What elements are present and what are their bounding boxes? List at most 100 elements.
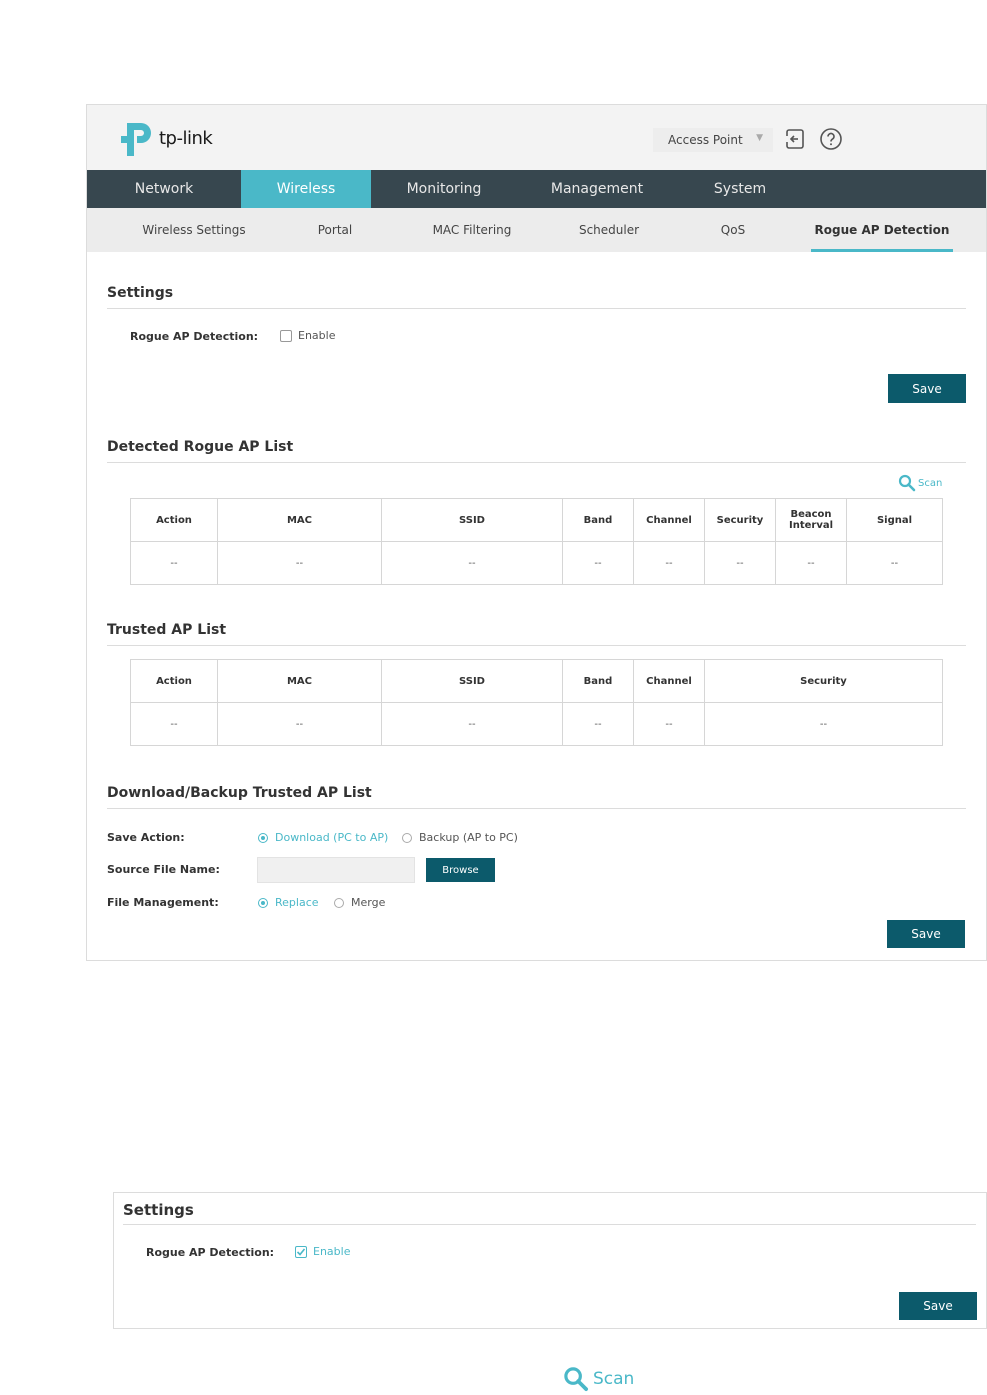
nav-system[interactable]: System <box>677 170 803 208</box>
table-cell: -- <box>217 702 382 746</box>
col-band: Band <box>562 659 634 703</box>
radio-icon <box>258 897 268 908</box>
enable-checkbox[interactable]: Enable <box>280 329 335 342</box>
rogue-ap-detection-label: Rogue AP Detection: <box>146 1246 275 1259</box>
radio-icon <box>402 832 412 843</box>
main-nav: Network Wireless Monitoring Management S… <box>87 170 986 208</box>
table-cell: -- <box>130 541 218 585</box>
tab-portal[interactable]: Portal <box>305 208 365 252</box>
scan-button[interactable]: Scan <box>563 1366 634 1392</box>
merge-option-label: Merge <box>351 896 386 909</box>
table-row: -- -- -- -- -- -- <box>130 702 943 746</box>
nav-network[interactable]: Network <box>87 170 241 208</box>
tp-link-logo-mark <box>121 123 151 156</box>
download-radio[interactable]: Download (PC to AP) <box>258 831 388 844</box>
source-file-label: Source File Name: <box>107 863 220 876</box>
checkmark-icon <box>296 1247 306 1256</box>
col-beacon-interval: Beacon Interval <box>775 498 847 542</box>
divider <box>123 1224 976 1225</box>
help-icon[interactable] <box>819 127 843 151</box>
search-icon <box>564 1367 588 1391</box>
merge-radio[interactable]: Merge <box>334 896 385 909</box>
col-ssid: SSID <box>381 659 563 703</box>
table-cell: -- <box>775 541 847 585</box>
browse-button[interactable]: Browse <box>426 858 495 882</box>
rogue-ap-detection-label: Rogue AP Detection: <box>130 330 259 343</box>
col-action: Action <box>130 498 218 542</box>
col-ssid: SSID <box>381 498 563 542</box>
table-header-row: Action MAC SSID Band Channel Security <box>130 659 943 703</box>
tab-rogue-ap-detection[interactable]: Rogue AP Detection <box>811 208 953 252</box>
settings-enabled-panel: Settings Rogue AP Detection: Enable Save <box>113 1192 987 1329</box>
chevron-down-icon: ▼ <box>756 133 763 143</box>
table-cell: -- <box>130 702 218 746</box>
nav-wireless[interactable]: Wireless <box>241 170 371 208</box>
logout-icon[interactable] <box>783 127 807 151</box>
col-action: Action <box>130 659 218 703</box>
backup-radio[interactable]: Backup (AP to PC) <box>402 831 518 844</box>
tab-wireless-settings[interactable]: Wireless Settings <box>129 208 259 252</box>
divider <box>107 308 966 309</box>
backup-option-label: Backup (AP to PC) <box>419 831 518 844</box>
radio-icon <box>334 897 344 908</box>
replace-radio[interactable]: Replace <box>258 896 319 909</box>
col-signal: Signal <box>846 498 943 542</box>
checkbox-icon <box>280 329 292 342</box>
scan-label: Scan <box>918 477 943 489</box>
brand-text: tp-link <box>159 127 213 149</box>
sub-nav: Wireless Settings Portal MAC Filtering S… <box>87 208 986 252</box>
table-cell: -- <box>562 702 634 746</box>
col-channel: Channel <box>633 659 705 703</box>
trusted-list-title: Trusted AP List <box>107 622 227 638</box>
col-mac: MAC <box>217 659 382 703</box>
trusted-ap-table: Action MAC SSID Band Channel Security --… <box>130 659 943 746</box>
col-mac: MAC <box>217 498 382 542</box>
nav-monitoring[interactable]: Monitoring <box>371 170 517 208</box>
divider <box>107 808 966 809</box>
settings-title: Settings <box>107 285 174 301</box>
table-cell: -- <box>704 702 943 746</box>
settings-title: Settings <box>123 1201 194 1219</box>
nav-management[interactable]: Management <box>517 170 677 208</box>
source-file-input[interactable] <box>257 857 415 883</box>
search-icon <box>898 474 916 492</box>
tp-link-logo: tp-link <box>119 119 213 157</box>
table-header-row: Action MAC SSID Band Channel Security Be… <box>130 498 943 542</box>
table-cell: -- <box>381 702 563 746</box>
table-cell: -- <box>633 541 705 585</box>
tab-mac-filtering[interactable]: MAC Filtering <box>422 208 522 252</box>
checkbox-icon <box>295 1245 307 1258</box>
settings-save-button[interactable]: Save <box>888 374 966 403</box>
ap-web-ui: tp-link Access Point ▼ Network Wireless … <box>86 104 987 961</box>
tab-qos[interactable]: QoS <box>713 208 753 252</box>
detected-ap-table: Action MAC SSID Band Channel Security Be… <box>130 498 943 585</box>
divider <box>107 645 966 646</box>
file-management-label: File Management: <box>107 896 219 909</box>
col-security: Security <box>704 498 776 542</box>
col-channel: Channel <box>633 498 705 542</box>
mode-select[interactable]: Access Point ▼ <box>653 128 773 152</box>
tab-scheduler[interactable]: Scheduler <box>569 208 649 252</box>
scan-link[interactable]: Scan <box>898 474 942 492</box>
enable-checkbox[interactable]: Enable <box>295 1245 350 1258</box>
enable-label: Enable <box>313 1245 351 1258</box>
mode-select-value: Access Point <box>668 133 743 147</box>
settings-save-button[interactable]: Save <box>899 1292 977 1320</box>
table-cell: -- <box>633 702 705 746</box>
radio-icon <box>258 832 268 843</box>
replace-option-label: Replace <box>275 896 319 909</box>
table-cell: -- <box>217 541 382 585</box>
table-cell: -- <box>846 541 943 585</box>
table-cell: -- <box>562 541 634 585</box>
backup-save-button[interactable]: Save <box>887 920 965 948</box>
enable-label: Enable <box>298 329 336 342</box>
table-row: -- -- -- -- -- -- -- -- <box>130 541 943 585</box>
save-action-label: Save Action: <box>107 831 185 844</box>
detected-list-title: Detected Rogue AP List <box>107 439 294 455</box>
table-cell: -- <box>381 541 563 585</box>
scan-label: Scan <box>593 1369 635 1389</box>
backup-section-title: Download/Backup Trusted AP List <box>107 785 372 801</box>
active-tab-indicator <box>811 249 953 252</box>
top-bar: tp-link Access Point ▼ <box>87 105 986 170</box>
download-option-label: Download (PC to AP) <box>275 831 389 844</box>
